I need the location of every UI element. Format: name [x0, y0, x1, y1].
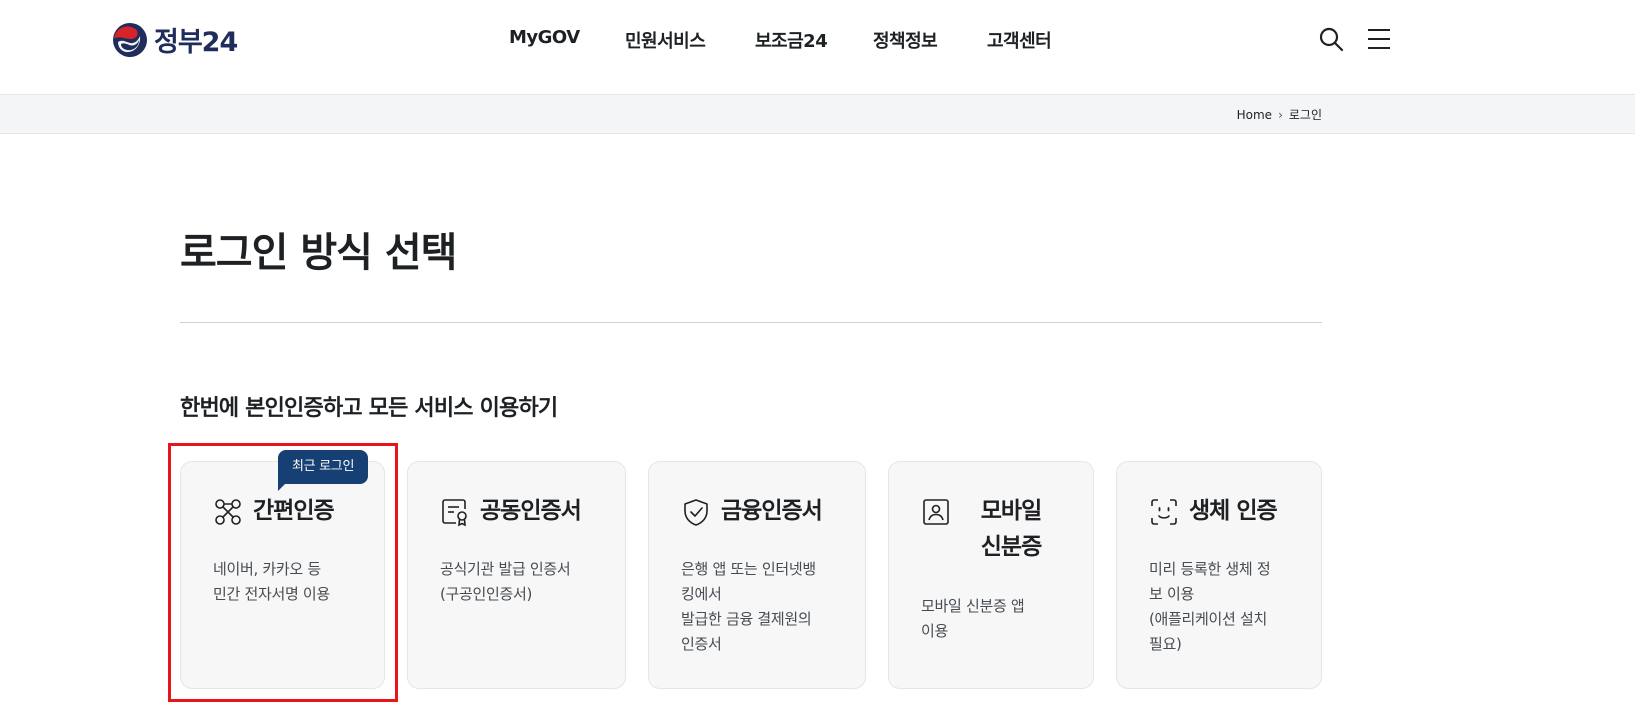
card-title: 생체 인증 — [1189, 498, 1278, 524]
simple-auth-icon — [215, 499, 241, 525]
card-title: 모바일 신분증 — [961, 493, 1061, 565]
nav-policy-info[interactable]: 정책정보 — [873, 27, 938, 53]
recent-login-badge-tail — [278, 484, 285, 491]
login-option-simple-auth[interactable]: 간편인증 네이버, 카카오 등 민간 전자서명 이용 — [180, 461, 385, 689]
card-title-line: 신분증 — [980, 534, 1042, 560]
page-title: 로그인 방식 선택 — [180, 230, 457, 276]
card-title: 금융인증서 — [721, 498, 823, 524]
nav-civil-services[interactable]: 민원서비스 — [625, 27, 706, 53]
card-description-line: 인증서 — [681, 635, 722, 653]
nav-customer-center[interactable]: 고객센터 — [987, 27, 1052, 53]
card-description: 네이버, 카카오 등 민간 전자서명 이용 — [213, 557, 330, 607]
card-description: 미리 등록한 생체 정 보 이용 (애플리케이션 설치 필요) — [1149, 557, 1271, 657]
card-description: 공식기관 발급 인증서 (구공인인증서) — [440, 557, 571, 607]
breadcrumb-bar: Home › 로그인 — [0, 95, 1635, 134]
certificate-icon — [442, 499, 467, 527]
hamburger-menu-icon[interactable] — [1366, 27, 1392, 51]
card-description: 모바일 신분증 앱 이용 — [921, 594, 1025, 644]
card-title: 간편인증 — [253, 498, 335, 524]
mobile-id-icon — [923, 499, 949, 525]
login-option-biometric[interactable]: 생체 인증 미리 등록한 생체 정 보 이용 (애플리케이션 설치 필요) — [1116, 461, 1322, 689]
title-divider — [180, 322, 1322, 323]
card-description-line: 민간 전자서명 이용 — [213, 585, 330, 603]
site-header: 정부24 MyGOV 민원서비스 보조금24 정책정보 고객센터 — [0, 0, 1635, 95]
section-title: 한번에 본인인증하고 모든 서비스 이용하기 — [180, 396, 558, 421]
card-description: 은행 앱 또는 인터넷뱅 킹에서 발급한 금융 결제원의 인증서 — [681, 557, 816, 657]
card-header: 간편인증 — [213, 496, 335, 529]
card-description-line: 은행 앱 또는 인터넷뱅 — [681, 560, 816, 578]
card-description-line: 킹에서 — [681, 585, 722, 603]
face-scan-icon — [1151, 499, 1177, 525]
login-option-joint-certificate[interactable]: 공동인증서 공식기관 발급 인증서 (구공인인증서) — [407, 461, 626, 689]
card-description-line: 보 이용 — [1149, 585, 1194, 603]
breadcrumb: Home › 로그인 — [1237, 106, 1322, 123]
login-option-financial-certificate[interactable]: 금융인증서 은행 앱 또는 인터넷뱅 킹에서 발급한 금융 결제원의 인증서 — [648, 461, 866, 689]
breadcrumb-current: 로그인 — [1288, 108, 1322, 122]
card-header: 공동인증서 — [440, 496, 582, 529]
nav-subsidy24[interactable]: 보조금24 — [755, 27, 828, 53]
card-title-line: 모바일 — [980, 498, 1042, 524]
card-description-line: 발급한 금융 결제원의 — [681, 610, 812, 628]
nav-mygov[interactable]: MyGOV — [509, 27, 580, 48]
card-description-line: (구공인인증서) — [440, 585, 533, 603]
card-description-line: 미리 등록한 생체 정 — [1149, 560, 1271, 578]
card-description-line: 필요) — [1149, 635, 1182, 653]
breadcrumb-chevron-icon: › — [1278, 107, 1283, 122]
card-description-line: 공식기관 발급 인증서 — [440, 560, 571, 578]
card-header: 금융인증서 — [681, 496, 823, 529]
card-description-line: (애플리케이션 설치 — [1149, 610, 1268, 628]
card-header: 생체 인증 — [1149, 496, 1278, 529]
shield-check-icon — [684, 499, 708, 526]
search-icon[interactable] — [1318, 26, 1344, 52]
card-title: 공동인증서 — [480, 498, 582, 524]
breadcrumb-home-link[interactable]: Home — [1237, 108, 1272, 122]
login-option-mobile-id[interactable]: 모바일 신분증 모바일 신분증 앱 이용 — [888, 461, 1094, 689]
card-header: 모바일 신분증 — [921, 496, 1061, 565]
card-description-line: 이용 — [921, 622, 949, 640]
recent-login-badge: 최근 로그인 — [278, 450, 369, 484]
card-description-line: 네이버, 카카오 등 — [213, 560, 321, 578]
card-description-line: 모바일 신분증 앱 — [921, 597, 1025, 615]
